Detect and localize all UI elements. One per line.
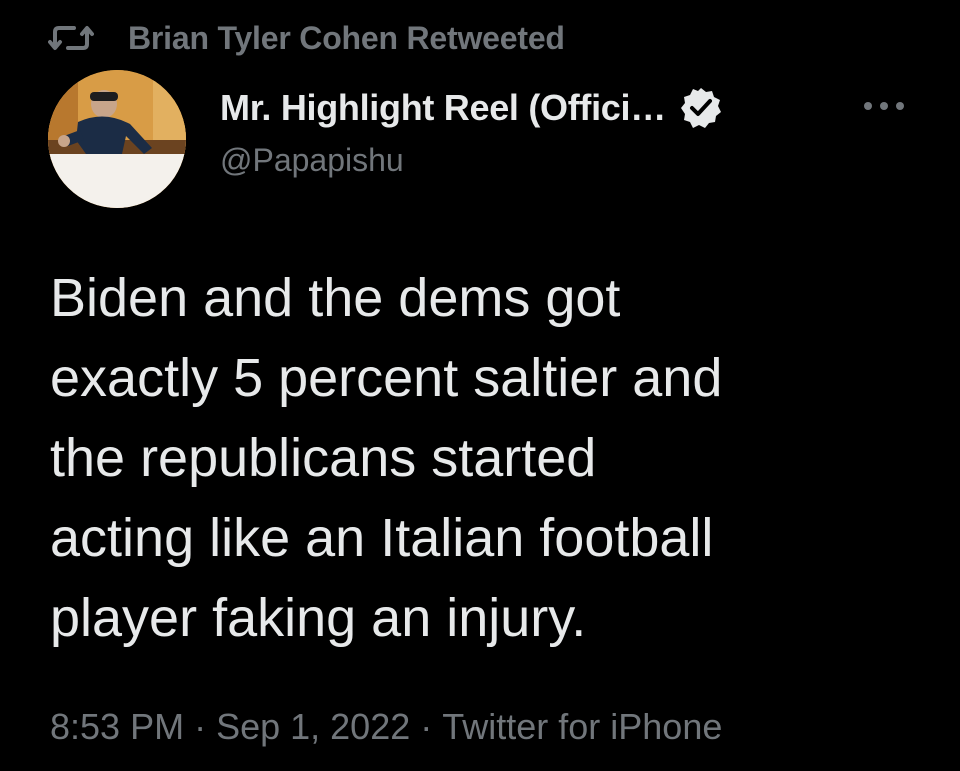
meta-separator: · xyxy=(420,706,433,747)
retweeted-by-label: Brian Tyler Cohen Retweeted xyxy=(128,19,565,56)
tweet-body: Biden and the dems got exactly 5 percent… xyxy=(50,258,930,658)
more-options-button[interactable] xyxy=(852,88,916,128)
tweet-date[interactable]: Sep 1, 2022 xyxy=(216,706,410,747)
retweet-icon xyxy=(48,23,94,53)
more-options-icon xyxy=(860,99,908,117)
profile-avatar[interactable] xyxy=(48,70,186,208)
verified-badge-icon xyxy=(678,85,724,131)
tweet-time[interactable]: 8:53 PM xyxy=(50,706,184,747)
author-display-name[interactable]: Mr. Highlight Reel (Offici… xyxy=(220,87,666,129)
tweet-text-line: exactly 5 percent saltier and xyxy=(50,348,723,408)
tweet-source-link[interactable]: Twitter for iPhone xyxy=(442,706,722,747)
author-name-row[interactable]: Mr. Highlight Reel (Offici… xyxy=(220,84,724,132)
author-handle[interactable]: @Papapishu xyxy=(220,142,404,179)
retweet-context[interactable]: Brian Tyler Cohen Retweeted xyxy=(48,16,565,60)
meta-separator: · xyxy=(194,706,207,747)
tweet-text-line: acting like an Italian football xyxy=(50,508,714,568)
tweet-text-line: the republicans started xyxy=(50,428,597,488)
tweet-text-line: player faking an injury. xyxy=(50,588,587,648)
tweet-metadata: 8:53 PM · Sep 1, 2022 · Twitter for iPhone xyxy=(50,706,722,748)
tweet-text-line: Biden and the dems got xyxy=(50,268,621,328)
